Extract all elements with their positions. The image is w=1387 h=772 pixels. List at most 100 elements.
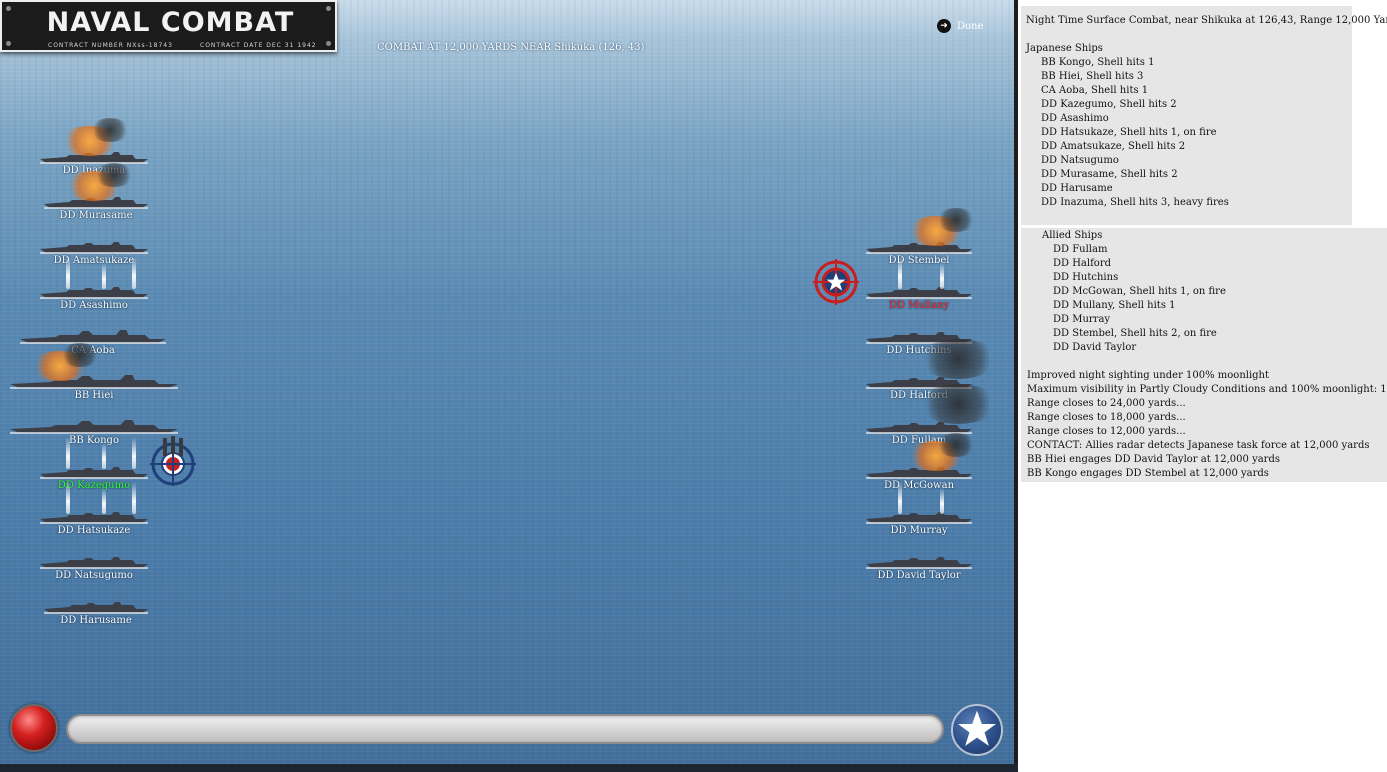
ship-name-label: DD Natsugumo [55,570,133,581]
japanese-ship-status: BB Kongo, Shell hits 1 [1041,57,1155,68]
warship-icon [866,465,972,479]
contract-number: CONTRACT NUMBER NXss-18743 [48,42,173,49]
warship-icon [866,555,972,569]
ship-name-label: DD Harusame [60,615,132,626]
japanese-ship-status: BB Hiei, Shell hits 3 [1041,71,1144,82]
ship-name-label: DD Fullam [891,435,947,446]
japanese-ship[interactable]: DD Amatsukaze [40,222,148,266]
japanese-ship-status: DD Murasame, Shell hits 2 [1041,169,1178,180]
allied-ship-status: DD David Taylor [1053,342,1137,353]
rivet-icon [6,41,11,46]
japanese-ship[interactable]: DD Natsugumo [40,537,148,581]
warship-icon [866,420,972,434]
ship-name-label: DD Inazuma [62,165,126,176]
sea-divider [1014,0,1018,768]
allied-ship[interactable]: DD Stembel [866,208,976,266]
warship-icon [866,240,972,254]
ship-name-label: DD McGowan [883,480,955,491]
japanese-ship-status: DD Hatsukaze, Shell hits 1, on fire [1041,127,1217,138]
japanese-ship[interactable]: DD Murasame [44,163,148,221]
allied-ship[interactable]: DD Murray [866,482,972,536]
ship-name-label: DD Murray [890,525,948,536]
japanese-ship-status: CA Aoba, Shell hits 1 [1041,85,1149,96]
japanese-ship[interactable]: DD Kazegumo [40,437,148,491]
warship-icon [40,240,148,254]
japanese-ship-status: DD Amatsukaze, Shell hits 2 [1041,141,1186,152]
combat-title: COMBAT AT 12,000 YARDS NEAR Shikuka (126… [377,42,645,53]
japanese-ship-status: DD Kazegumo, Shell hits 2 [1041,99,1177,110]
warship-icon [40,150,148,164]
allied-ship[interactable]: DD David Taylor [866,537,972,581]
ship-name-label: DD Halford [890,390,948,401]
japanese-ship-status: DD Natsugumo [1041,155,1119,166]
combat-log-entry: BB Kongo engages DD Stembel at 12,000 ya… [1027,468,1269,479]
allied-ship-status: DD McGowan, Shell hits 1, on fire [1053,286,1226,297]
warship-icon [866,510,972,524]
allied-ship[interactable]: DD Mullany [866,257,972,311]
ship-name-label: DD David Taylor [877,570,961,581]
warship-icon [866,330,972,344]
warship-icon [44,600,148,614]
combat-report-allied: Allied Ships DD Fullam DD Halford DD Hutch… [1021,228,1387,482]
allied-ship[interactable]: DD Hutchins [866,312,972,356]
allied-ship[interactable]: DD Fullam [866,384,998,446]
target-crosshair-icon [813,259,859,305]
allied-ship-status: DD Fullam [1053,244,1108,255]
combat-log: Improved night sighting under 100% moonl… [1027,369,1387,481]
naval-combat-logo: NAVAL COMBAT CONTRACT NUMBER NXss-18743 … [0,0,337,52]
combat-log-entry: Maximum visibility in Partly Cloudy Cond… [1027,384,1387,395]
warship-icon [40,285,148,299]
allied-ship-status: DD Murray [1053,314,1111,325]
japanese-ship[interactable]: DD Inazuma [40,118,148,176]
white-star-roundel-icon [958,710,996,746]
ship-name-label: DD Murasame [59,210,133,221]
allied-ship[interactable]: DD McGowan [866,433,976,491]
stop-button[interactable] [10,704,58,752]
warship-icon [10,375,178,389]
ship-name-label: DD Stembel [888,255,950,266]
bottom-strip [0,764,1018,772]
warship-icon [44,195,148,209]
contract-date: CONTRACT DATE DEC 31 1942 [200,42,317,49]
japanese-ship[interactable]: BB Hiei [10,343,178,401]
allied-ship-status: DD Stembel, Shell hits 2, on fire [1053,328,1217,339]
ship-name-label: DD Asashimo [60,300,128,311]
done-label: Done [957,20,984,32]
japanese-ship[interactable]: CA Aoba [20,312,166,356]
ship-name-label: BB Hiei [74,390,114,401]
arrow-right-circle-icon: ➜ [937,19,951,33]
japanese-ship[interactable]: DD Asashimo [40,257,148,311]
allied-ship-status: DD Halford [1053,258,1111,269]
combat-log-entry: Range closes to 18,000 yards... [1027,412,1186,423]
combat-log-entry: BB Hiei engages DD David Taylor at 12,00… [1027,454,1280,465]
japanese-ship[interactable]: DD Hatsukaze [40,482,148,536]
japanese-ship[interactable]: DD Harusame [44,582,148,626]
combat-log-entry: CONTACT: Allies radar detects Japanese t… [1027,440,1370,451]
combat-log-entry: Improved night sighting under 100% moonl… [1027,370,1270,381]
japanese-ship-list: BB Kongo, Shell hits 1 BB Hiei, Shell hit… [1026,56,1352,210]
warship-icon [40,465,148,479]
combat-report-japanese: Night Time Surface Combat, near Shikuka … [1021,6,1387,225]
japanese-ship-status: DD Asashimo [1041,113,1109,124]
gun-turret-target-icon [150,436,196,486]
allied-ship-status: DD Hutchins [1053,272,1119,283]
warship-icon [866,285,972,299]
japanese-ship-status: DD Harusame [1041,183,1113,194]
ship-name-label: DD Mullany [888,300,950,311]
allied-ship-list: DD Fullam DD Halford DD Hutchins DD McGowan… [1027,243,1387,355]
combat-summary: Night Time Surface Combat, near Shikuka … [1026,15,1387,26]
warship-icon [10,420,178,434]
logo-title: NAVAL COMBAT [46,7,295,38]
rivet-icon [326,41,331,46]
ship-name-label: DD Kazegumo [57,480,131,491]
allied-ship[interactable]: DD Halford [866,339,998,401]
combat-log-entry: Range closes to 24,000 yards... [1027,398,1186,409]
combat-log-entry: Range closes to 12,000 yards... [1027,426,1186,437]
allied-star-button[interactable] [951,704,1003,756]
japanese-ship-status: DD Inazuma, Shell hits 3, heavy fires [1041,197,1229,208]
ship-name-label: DD Hutchins [886,345,952,356]
allied-ship-status: DD Mullany, Shell hits 1 [1053,300,1176,311]
done-button[interactable]: ➜ Done [937,19,983,33]
